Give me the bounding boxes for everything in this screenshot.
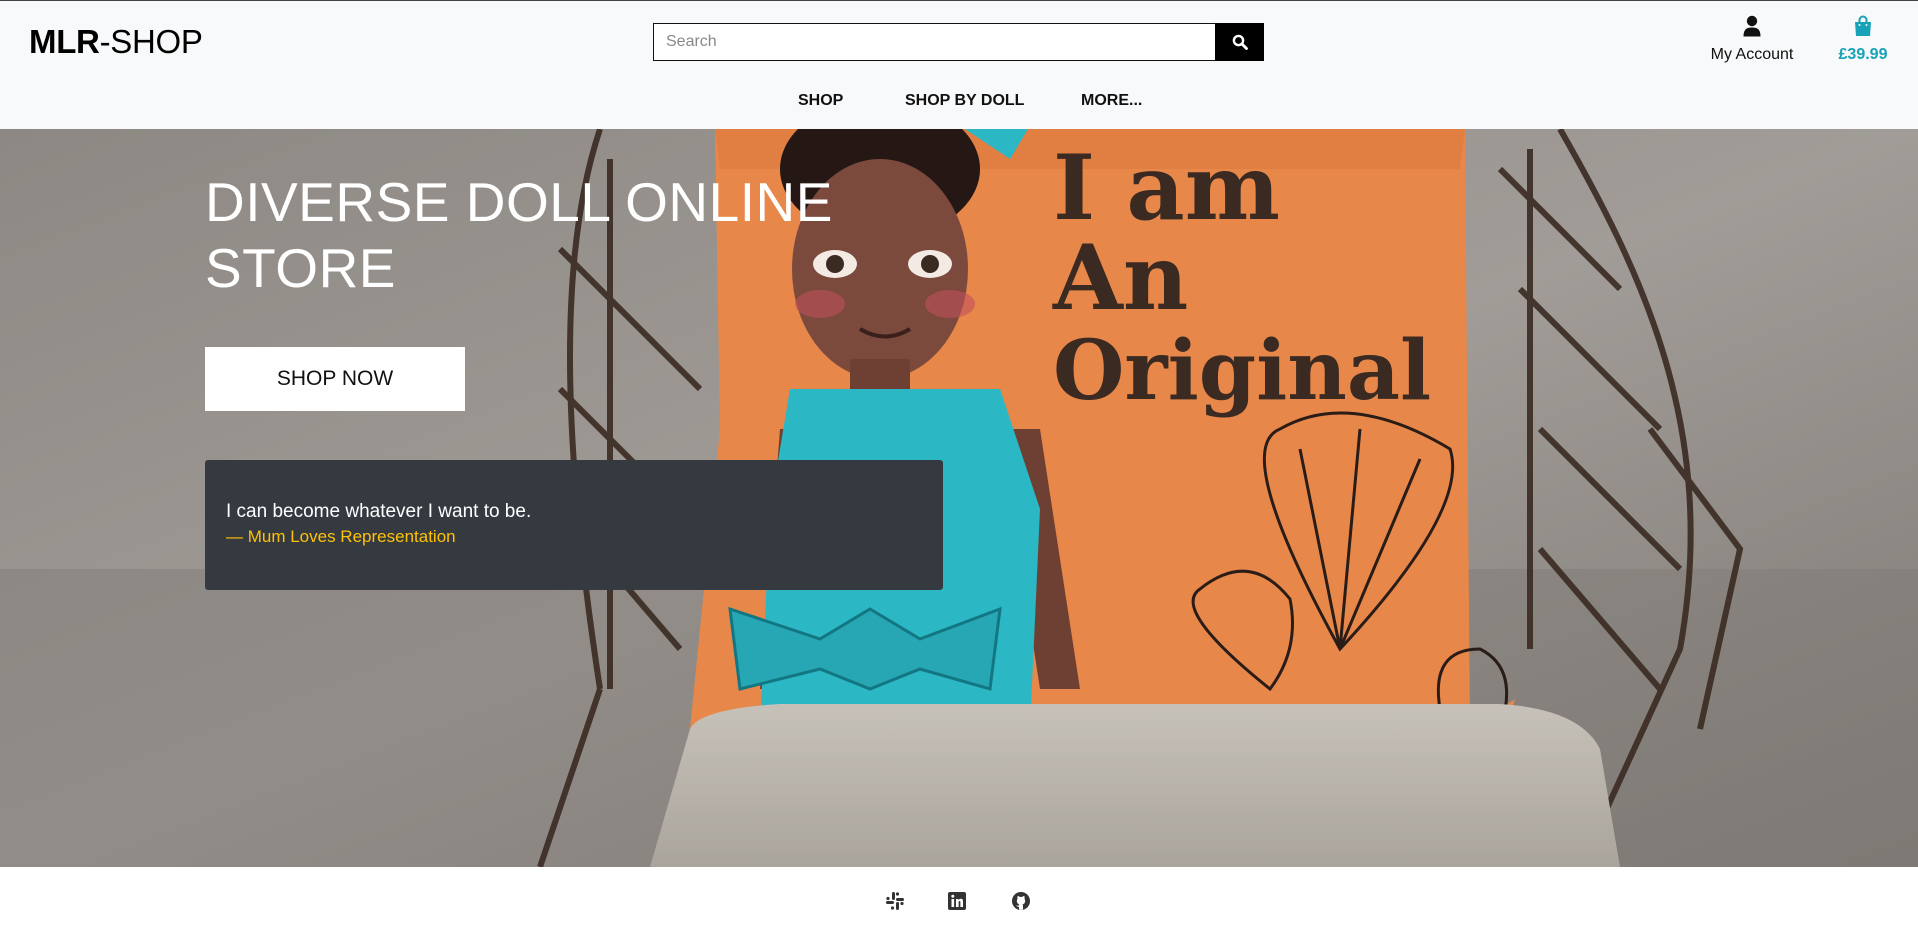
- my-account-link[interactable]: My Account: [1700, 15, 1804, 64]
- site-logo[interactable]: MLR-SHOP: [29, 23, 203, 61]
- linkedin-icon: [948, 892, 966, 910]
- bag-total: £39.99: [1838, 46, 1888, 63]
- quote-author: — Mum Loves Representation: [226, 527, 456, 546]
- my-account-label: My Account: [1710, 46, 1794, 63]
- user-icon: [1743, 15, 1761, 37]
- logo-rest: -SHOP: [99, 23, 203, 60]
- linkedin-link[interactable]: [945, 889, 969, 913]
- nav-shop-by-doll[interactable]: SHOP BY DOLL: [905, 92, 1024, 110]
- search-icon: [1232, 34, 1248, 50]
- github-icon: [1012, 892, 1030, 910]
- nav-more[interactable]: MORE...: [1081, 92, 1142, 110]
- main-nav: SHOP SHOP BY DOLL MORE...: [0, 92, 1918, 116]
- hero-title: DIVERSE DOLL ONLINE STORE: [205, 171, 833, 299]
- nav-shop[interactable]: SHOP: [798, 92, 843, 110]
- github-link[interactable]: [1009, 889, 1033, 913]
- shopping-bag-icon: [1855, 15, 1871, 36]
- cushion-text-line-3: Original: [1053, 323, 1431, 419]
- quote-text: I can become whatever I want to be.: [226, 501, 532, 522]
- site-header: MLR-SHOP My Account £39.99 SHOP SHOP BY …: [0, 0, 1918, 129]
- logo-bold: MLR: [29, 23, 100, 60]
- slack-icon: [886, 892, 904, 910]
- hero-section: I am An Original DIVERSE DOLL ONLINE STO…: [0, 129, 1918, 867]
- search-button[interactable]: [1215, 23, 1264, 61]
- site-footer: [0, 867, 1918, 928]
- cushion-text-line-2: An: [1052, 225, 1188, 331]
- shopping-bag-link[interactable]: £39.99: [1832, 15, 1894, 64]
- search-input[interactable]: [653, 23, 1215, 61]
- shop-now-button[interactable]: SHOP NOW: [205, 347, 465, 411]
- slack-link[interactable]: [883, 889, 907, 913]
- quote-box: I can become whatever I want to be. — Mu…: [205, 460, 943, 590]
- search-form: [653, 23, 1264, 61]
